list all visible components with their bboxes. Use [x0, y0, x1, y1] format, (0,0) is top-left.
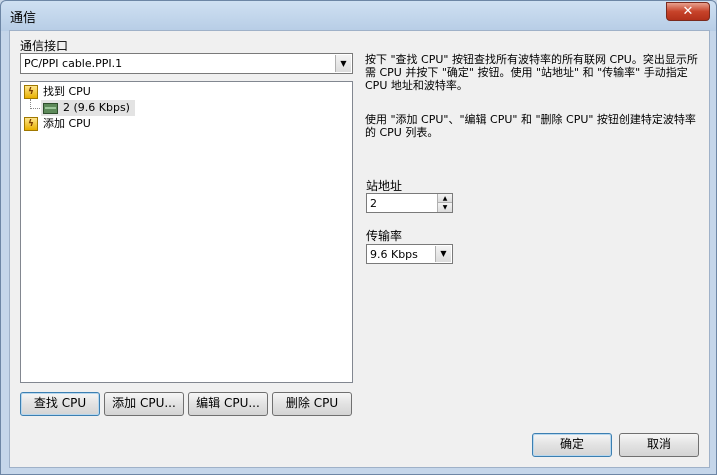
find-cpu-button[interactable]: 查找 CPU [20, 392, 100, 416]
edit-cpu-button[interactable]: 编辑 CPU... [188, 392, 268, 416]
tree-item-cpu-2[interactable]: 2 (9.6 Kbps) [41, 100, 135, 116]
cpu-tree[interactable]: ϟ 找到 CPU 2 (9.6 Kbps) ϟ 添加 CPU [20, 81, 353, 383]
chevron-down-icon[interactable]: ▼ [435, 246, 451, 262]
title-bar[interactable]: 通信 ✕ [1, 1, 716, 29]
close-button[interactable]: ✕ [666, 2, 710, 21]
station-address-value: 2 [370, 197, 377, 210]
cpu-list-instructions: 使用 "添加 CPU"、"编辑 CPU" 和 "删除 CPU" 按钮创建特定波特… [365, 113, 696, 139]
window-title: 通信 [10, 11, 37, 26]
cancel-button[interactable]: 取消 [619, 433, 699, 457]
network-card-icon [43, 103, 58, 114]
spin-down-icon[interactable]: ▼ [437, 203, 452, 212]
delete-cpu-button[interactable]: 删除 CPU [272, 392, 352, 416]
baud-rate-value: 9.6 Kbps [370, 248, 418, 261]
interface-value: PC/PPI cable.PPI.1 [24, 57, 123, 70]
find-cpu-instructions: 按下 "查找 CPU" 按钮查找所有波特率的所有联网 CPU。突出显示所需 CP… [365, 53, 698, 92]
lightning-icon: ϟ [24, 85, 38, 99]
tree-item-label: 2 (9.6 Kbps) [63, 101, 130, 114]
tree-item-label: 找到 CPU [43, 85, 91, 98]
chevron-down-icon[interactable]: ▼ [335, 55, 351, 72]
dialog-window: 通信 ✕ 通信接口 PC/PPI cable.PPI.1 ▼ ϟ 找到 CPU … [0, 0, 717, 475]
interface-dropdown[interactable]: PC/PPI cable.PPI.1 ▼ [20, 53, 353, 74]
add-cpu-button[interactable]: 添加 CPU... [104, 392, 184, 416]
tree-item-label: 添加 CPU [43, 117, 91, 130]
spin-up-icon[interactable]: ▲ [437, 194, 452, 203]
baud-rate-dropdown[interactable]: 9.6 Kbps ▼ [366, 244, 453, 264]
station-address-spinner[interactable]: 2 ▲ ▼ [366, 193, 453, 213]
ok-button[interactable]: 确定 [532, 433, 612, 457]
station-address-label: 站地址 [366, 179, 403, 193]
dialog-body: 通信接口 PC/PPI cable.PPI.1 ▼ ϟ 找到 CPU 2 (9.… [9, 30, 710, 468]
tree-connector [30, 108, 40, 109]
interface-label: 通信接口 [20, 39, 69, 53]
lightning-icon: ϟ [24, 117, 38, 131]
baud-rate-label: 传输率 [366, 229, 403, 243]
